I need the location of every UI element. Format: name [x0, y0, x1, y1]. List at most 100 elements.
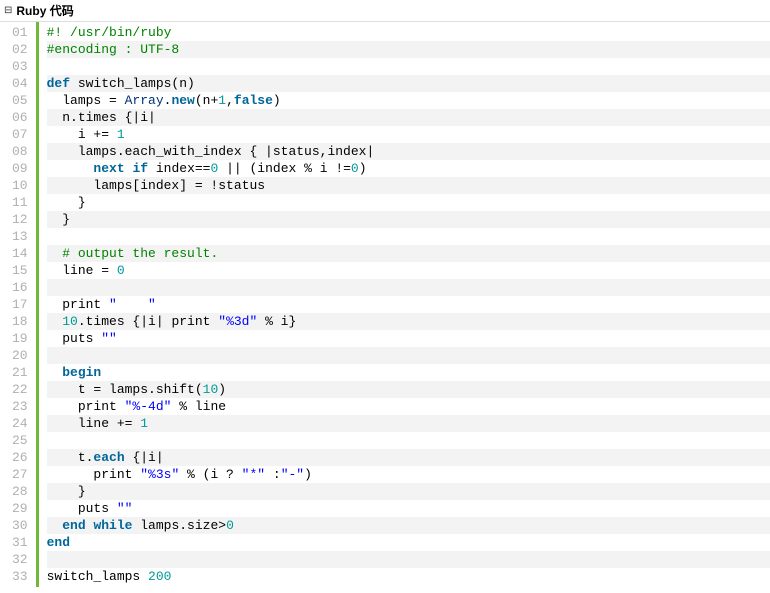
- line-number: 20: [12, 347, 28, 364]
- code-token: lamps.size>: [132, 518, 226, 533]
- code-token: (n+: [195, 93, 218, 108]
- code-token: ): [304, 467, 312, 482]
- code-line: #! /usr/bin/ruby: [47, 24, 770, 41]
- code-token: [47, 246, 63, 261]
- code-token: " ": [109, 297, 156, 312]
- code-line: n.times {|i|: [47, 109, 770, 126]
- code-token: "%3d": [218, 314, 257, 329]
- line-number: 18: [12, 313, 28, 330]
- code-token: index==: [148, 161, 210, 176]
- code-line: switch_lamps 200: [47, 568, 770, 585]
- line-number: 31: [12, 534, 28, 551]
- code-token: Array: [125, 93, 164, 108]
- line-number: 23: [12, 398, 28, 415]
- line-number: 22: [12, 381, 28, 398]
- code-token: ,: [226, 93, 234, 108]
- code-line: }: [47, 483, 770, 500]
- line-number: 13: [12, 228, 28, 245]
- code-token: ): [273, 93, 281, 108]
- code-line: [47, 551, 770, 568]
- line-number-gutter: 0102030405060708091011121314151617181920…: [0, 22, 39, 587]
- code-token: [47, 280, 55, 295]
- line-number: 29: [12, 500, 28, 517]
- line-number: 21: [12, 364, 28, 381]
- line-number: 17: [12, 296, 28, 313]
- line-number: 07: [12, 126, 28, 143]
- line-number: 16: [12, 279, 28, 296]
- code-line: end while lamps.size>0: [47, 517, 770, 534]
- code-token: each: [93, 450, 124, 465]
- code-token: end: [62, 518, 85, 533]
- line-number: 25: [12, 432, 28, 449]
- code-line: [47, 432, 770, 449]
- code-token: {|i|: [125, 450, 164, 465]
- code-token: 0: [226, 518, 234, 533]
- code-token: t.: [47, 450, 94, 465]
- line-number: 06: [12, 109, 28, 126]
- code-line: 10.times {|i| print "%3d" % i}: [47, 313, 770, 330]
- code-token: 0: [351, 161, 359, 176]
- code-token: ): [218, 382, 226, 397]
- code-token: lamps.each_with_index { |status,index|: [47, 144, 375, 159]
- code-token: "*": [242, 467, 265, 482]
- code-token: #! /usr/bin/ruby: [47, 25, 172, 40]
- code-token: [47, 161, 94, 176]
- code-line: lamps = Array.new(n+1,false): [47, 92, 770, 109]
- code-line: [47, 58, 770, 75]
- code-token: }: [47, 212, 70, 227]
- code-line: line = 0: [47, 262, 770, 279]
- line-number: 11: [12, 194, 28, 211]
- code-token: [47, 365, 63, 380]
- code-token: "%3s": [140, 467, 179, 482]
- code-token: % i}: [257, 314, 296, 329]
- line-number: 04: [12, 75, 28, 92]
- code-token: [47, 59, 55, 74]
- code-token: :: [265, 467, 281, 482]
- code-token: switch_lamps: [47, 569, 148, 584]
- code-block-header: ⊟ Ruby 代码: [0, 0, 770, 22]
- line-number: 30: [12, 517, 28, 534]
- code-token: new: [171, 93, 194, 108]
- code-token: lamps =: [47, 93, 125, 108]
- line-number: 05: [12, 92, 28, 109]
- code-token: print: [47, 297, 109, 312]
- code-token: [47, 552, 55, 567]
- code-line: end: [47, 534, 770, 551]
- line-number: 33: [12, 568, 28, 585]
- code-token: "-": [281, 467, 304, 482]
- code-line: lamps.each_with_index { |status,index|: [47, 143, 770, 160]
- collapse-icon[interactable]: ⊟: [4, 6, 12, 16]
- code-token: .times {|i| print: [78, 314, 218, 329]
- code-token: def: [47, 76, 70, 91]
- code-token: print: [47, 467, 141, 482]
- line-number: 01: [12, 24, 28, 41]
- code-line: t = lamps.shift(10): [47, 381, 770, 398]
- code-line: #encoding : UTF-8: [47, 41, 770, 58]
- code-token: 200: [148, 569, 171, 584]
- code-token: while: [93, 518, 132, 533]
- code-line: # output the result.: [47, 245, 770, 262]
- code-token: begin: [62, 365, 101, 380]
- line-number: 15: [12, 262, 28, 279]
- line-number: 03: [12, 58, 28, 75]
- line-number: 28: [12, 483, 28, 500]
- code-token: false: [234, 93, 273, 108]
- code-line: i += 1: [47, 126, 770, 143]
- code-token: }: [47, 195, 86, 210]
- code-container: 0102030405060708091011121314151617181920…: [0, 22, 770, 587]
- code-token: n.times {|i|: [47, 110, 156, 125]
- code-token: [47, 314, 63, 329]
- code-token: 0: [117, 263, 125, 278]
- code-token: # output the result.: [62, 246, 218, 261]
- code-token: t = lamps.shift(: [47, 382, 203, 397]
- code-token: lamps[index] = !status: [47, 178, 265, 193]
- code-token: "%-4d": [125, 399, 172, 414]
- code-token: line +=: [47, 416, 141, 431]
- code-token: 10: [203, 382, 219, 397]
- code-token: 10: [62, 314, 78, 329]
- line-number: 10: [12, 177, 28, 194]
- code-token: #encoding : UTF-8: [47, 42, 180, 57]
- code-token: 1: [218, 93, 226, 108]
- code-line: begin: [47, 364, 770, 381]
- code-line: next if index==0 || (index % i !=0): [47, 160, 770, 177]
